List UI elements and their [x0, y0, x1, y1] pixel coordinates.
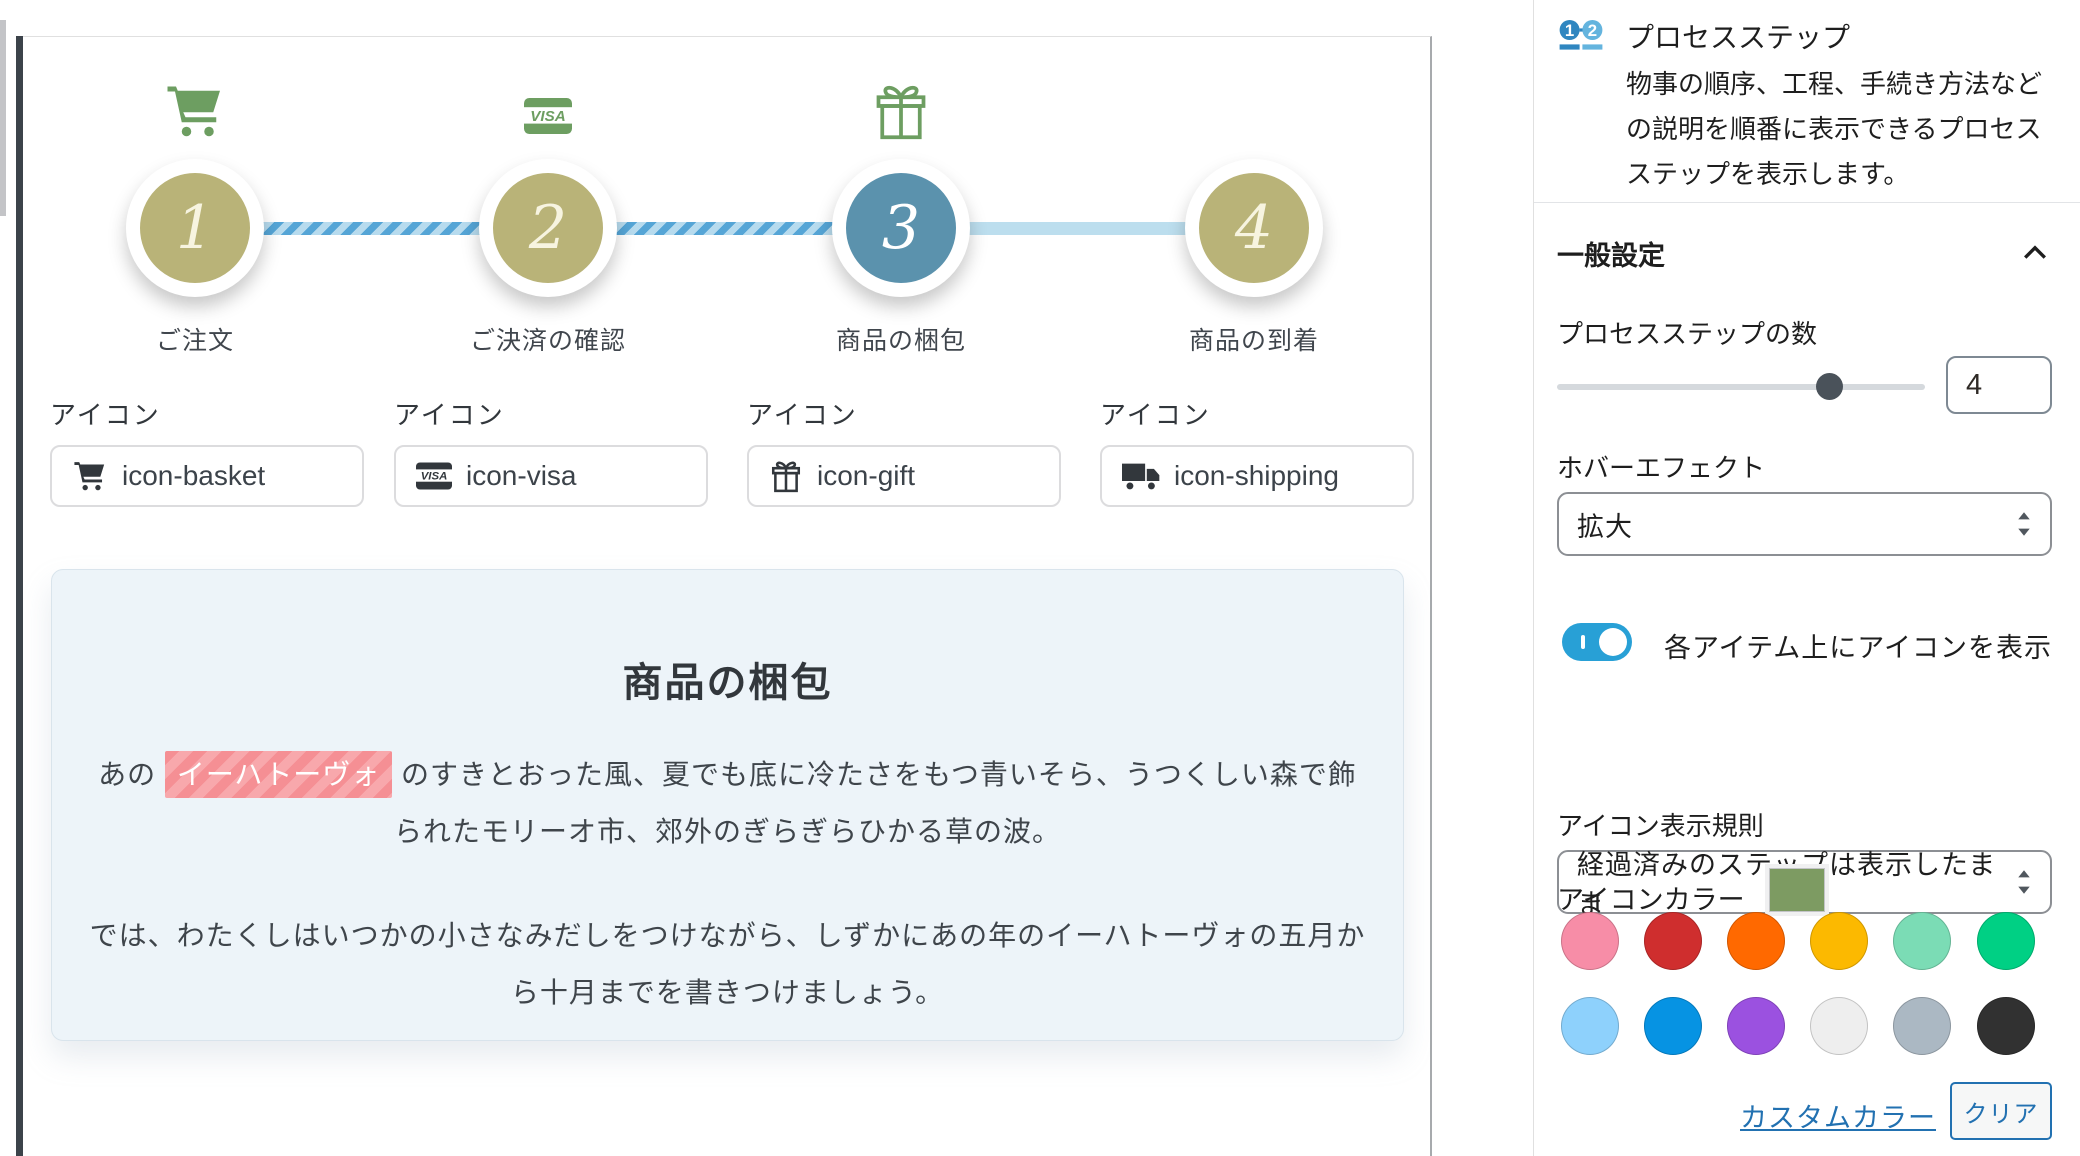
hover-effect-value: 拡大	[1577, 505, 2016, 544]
palette-color-amber[interactable]	[1810, 912, 1868, 970]
step-number: 1	[176, 198, 214, 258]
step-label-1: ご注文	[35, 321, 355, 357]
step-circle-3[interactable]: 3	[832, 159, 970, 297]
panel-paragraph-1: あの イーハトーヴォ のすきとおった風、夏でも底に冷たさをもつ青いそら、うつくし…	[88, 746, 1368, 861]
block-editor: { "canvas": { "steps": [ {"num":"1","lab…	[0, 0, 2080, 1156]
step-label-3: 商品の梱包	[741, 321, 1061, 357]
truck-icon	[1122, 461, 1160, 491]
icon-field-label-4: アイコン	[1100, 395, 1211, 432]
icon-name-value: icon-gift	[817, 460, 915, 492]
block-settings-sidebar: 1 2 プロセスステップ 物事の順序、工程、手続き方法などの説明を順番に表示でき…	[1533, 0, 2080, 1156]
step-number: 4	[1235, 198, 1273, 258]
palette-color-paleblue[interactable]	[1561, 997, 1619, 1055]
svg-text:1: 1	[1565, 21, 1574, 40]
step-circle-1[interactable]: 1	[126, 159, 264, 297]
svg-text:VISA: VISA	[530, 108, 565, 125]
icon-field-label-3: アイコン	[747, 395, 858, 432]
show-icons-toggle[interactable]	[1562, 623, 1632, 661]
step-circle-4[interactable]: 4	[1185, 159, 1323, 297]
panel-paragraph-2: では、わたくしはいつかの小さなみだしをつけながら、しずかにあの年のイーハトーヴォ…	[88, 907, 1368, 1022]
palette-color-orange[interactable]	[1727, 912, 1785, 970]
palette-color-gray[interactable]	[1893, 997, 1951, 1055]
palette-color-blue[interactable]	[1644, 997, 1702, 1055]
icon-visa-input[interactable]: VISA icon-visa	[394, 445, 708, 507]
block-card-description: 物事の順序、工程、手続き方法などの説明を順番に表示できるプロセスステップを表示し…	[1626, 62, 2050, 197]
icon-gift-input[interactable]: icon-gift	[747, 445, 1061, 507]
icon-rule-label: アイコン表示規則	[1557, 806, 1764, 843]
gift-icon	[871, 79, 931, 143]
custom-color-link[interactable]: カスタムカラー	[1740, 1096, 1936, 1135]
editor-left-rail	[0, 20, 6, 216]
sidebar-divider	[1534, 202, 2080, 203]
cart-icon	[72, 459, 108, 493]
highlighted-text: イーハトーヴォ	[165, 751, 392, 798]
steps-count-slider[interactable]	[1557, 384, 1925, 390]
select-arrows-icon	[2016, 869, 2032, 895]
icon-field-label-2: アイコン	[394, 395, 505, 432]
selected-block-outline	[16, 36, 23, 1156]
svg-text:VISA: VISA	[421, 471, 448, 483]
toggle-knob	[1599, 628, 1627, 656]
gift-icon	[769, 458, 803, 494]
step-content-panel[interactable]: 商品の梱包 あの イーハトーヴォ のすきとおった風、夏でも底に冷たさをもつ青いそ…	[51, 569, 1404, 1041]
chevron-up-icon[interactable]	[2021, 240, 2049, 264]
steps-count-input[interactable]: 4	[1946, 356, 2052, 414]
step-number: 3	[882, 198, 920, 258]
visa-icon: VISA	[524, 95, 572, 137]
svg-text:2: 2	[1588, 21, 1597, 40]
cart-icon	[165, 81, 225, 141]
process-step-block-icon: 1 2	[1557, 12, 1605, 60]
icon-field-label-1: アイコン	[50, 395, 161, 432]
select-arrows-icon	[2016, 511, 2032, 537]
visa-icon: VISA	[416, 461, 452, 491]
step-number: 2	[529, 198, 567, 258]
icon-shipping-input[interactable]: icon-shipping	[1100, 445, 1414, 507]
icon-name-value: icon-shipping	[1174, 460, 1339, 492]
hover-effect-select[interactable]: 拡大	[1557, 492, 2052, 556]
step-label-4: 商品の到着	[1094, 321, 1414, 357]
icon-name-value: icon-visa	[466, 460, 576, 492]
icon-color-swatch[interactable]	[1769, 868, 1825, 912]
slider-thumb[interactable]	[1816, 373, 1843, 400]
palette-color-black[interactable]	[1977, 997, 2035, 1055]
clear-color-button[interactable]: クリア	[1950, 1082, 2052, 1140]
palette-color-green[interactable]	[1977, 912, 2035, 970]
step-label-2: ご決済の確認	[388, 321, 708, 357]
palette-color-pink[interactable]	[1561, 912, 1619, 970]
palette-color-purple[interactable]	[1727, 997, 1785, 1055]
step-circle-2[interactable]: 2	[479, 159, 617, 297]
icon-basket-input[interactable]: icon-basket	[50, 445, 364, 507]
panel-title: 商品の梱包	[52, 650, 1403, 708]
steps-count-label: プロセスステップの数	[1557, 314, 1817, 351]
icon-color-label: アイコンカラー	[1557, 878, 1745, 917]
general-settings-header[interactable]: 一般設定	[1557, 234, 1665, 273]
block-card-title: プロセスステップ	[1626, 16, 1850, 56]
process-step-block[interactable]: VISA 1 2 3 4 ご注文 ご決済の確認 商品の梱包 商品の到着 アイコン…	[23, 36, 1432, 1156]
toggle-on-indicator	[1581, 635, 1585, 649]
icon-name-value: icon-basket	[122, 460, 265, 492]
palette-color-lightgray[interactable]	[1810, 997, 1868, 1055]
palette-color-lightgreen[interactable]	[1893, 912, 1951, 970]
hover-effect-label: ホバーエフェクト	[1557, 448, 1765, 485]
palette-color-red[interactable]	[1644, 912, 1702, 970]
show-icons-toggle-label: 各アイテム上にアイコンを表示	[1664, 626, 2052, 665]
